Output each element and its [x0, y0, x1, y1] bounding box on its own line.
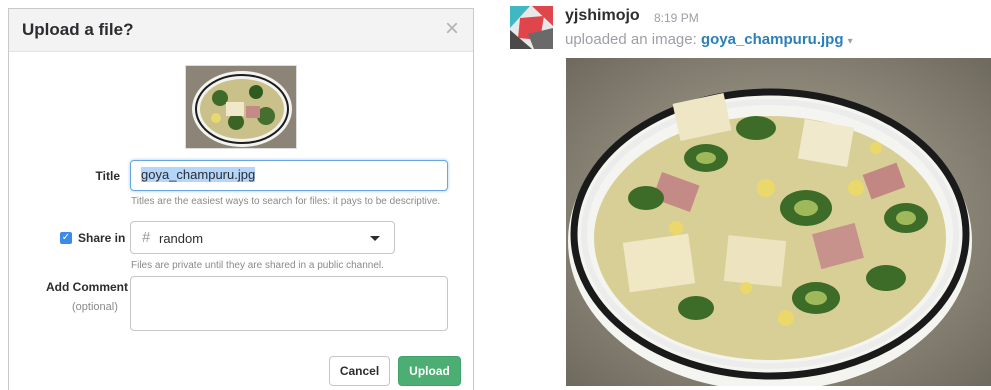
title-input[interactable]: goya_champuru.jpg: [130, 160, 448, 191]
upload-button[interactable]: Upload: [398, 356, 461, 386]
comment-label: Add Comment: [46, 280, 128, 294]
chevron-down-icon[interactable]: ▾: [848, 36, 853, 47]
image-thumbnail: [185, 65, 297, 149]
timestamp[interactable]: 8:19 PM: [654, 11, 699, 25]
uploaded-image[interactable]: [566, 58, 991, 386]
dialog-header: Upload a file? ×: [9, 9, 473, 52]
comment-optional-label: (optional): [72, 301, 118, 313]
cancel-button[interactable]: Cancel: [329, 356, 390, 386]
channel-select[interactable]: # random: [130, 221, 395, 254]
dialog-title: Upload a file?: [22, 20, 134, 39]
message-text: uploaded an image: goya_champuru.jpg ▾: [565, 31, 853, 48]
title-label: Title: [95, 169, 120, 183]
hash-icon: #: [142, 229, 151, 246]
comment-textarea[interactable]: [130, 276, 448, 331]
close-icon[interactable]: ×: [445, 17, 459, 41]
share-checkbox[interactable]: ✓: [60, 232, 72, 244]
username[interactable]: yjshimojo: [565, 7, 640, 25]
avatar[interactable]: [510, 6, 553, 49]
title-input-value: goya_champuru.jpg: [141, 167, 256, 182]
share-hint: Files are private until they are shared …: [131, 260, 384, 271]
upload-action-text: uploaded an image:: [565, 31, 697, 48]
file-link[interactable]: goya_champuru.jpg: [701, 31, 844, 48]
title-hint: Titles are the easiest ways to search fo…: [131, 196, 441, 207]
upload-dialog: Upload a file? × Title goya_champuru.jpg…: [8, 8, 474, 390]
chevron-down-icon: [370, 236, 380, 241]
share-label: Share in: [78, 231, 126, 245]
channel-name: random: [159, 231, 204, 246]
